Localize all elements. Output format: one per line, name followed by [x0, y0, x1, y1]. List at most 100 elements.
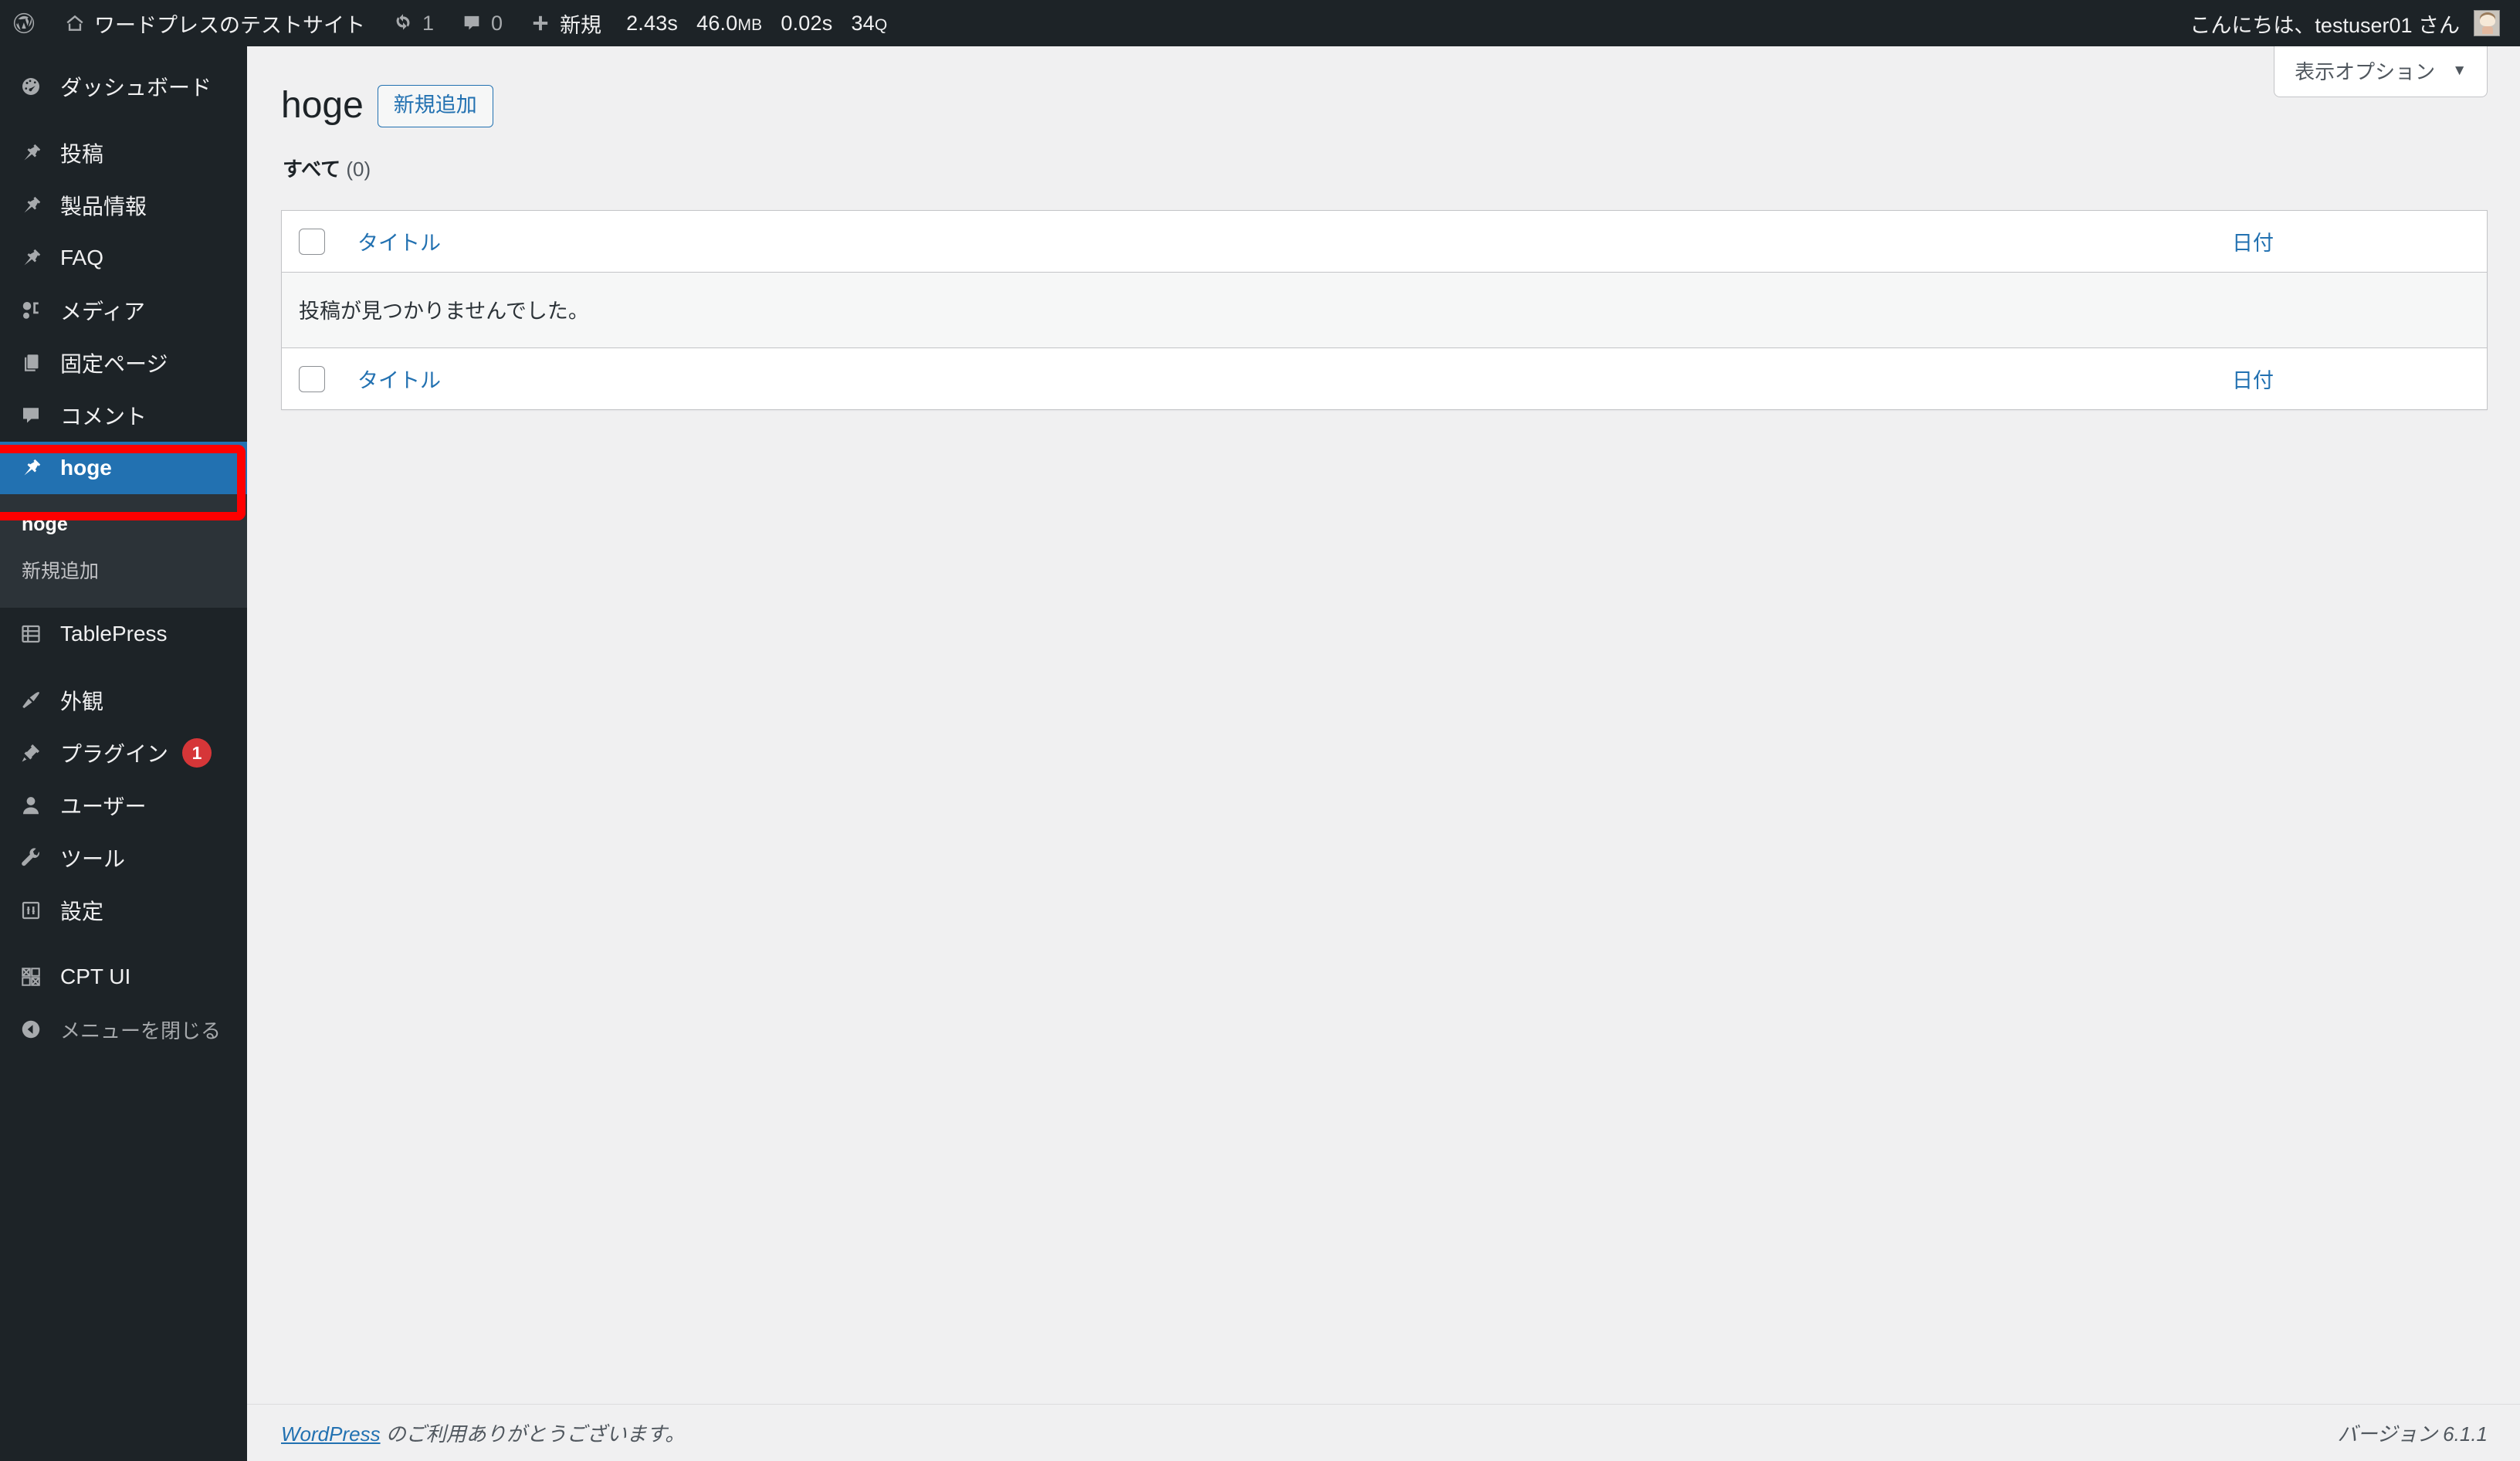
- show-options-toggle[interactable]: 表示オプション ▼: [2274, 46, 2488, 97]
- column-footer-date[interactable]: 日付: [2232, 347, 2487, 410]
- no-items-message: 投稿が見つかりませんでした。: [282, 273, 2487, 348]
- sidebar-item-posts[interactable]: 投稿: [0, 127, 247, 179]
- home-icon: [65, 13, 85, 33]
- select-all-header[interactable]: [282, 211, 347, 273]
- sidebar-item-plugins[interactable]: プラグイン 1: [0, 727, 247, 779]
- wrench-icon: [12, 846, 49, 869]
- table-body: 投稿が見つかりませんでした。: [282, 273, 2487, 348]
- comments-button[interactable]: 0: [448, 0, 517, 46]
- new-content-button[interactable]: 新規: [517, 0, 615, 46]
- sidebar-item-label: プラグイン: [60, 742, 169, 766]
- perf-memory: 46.0MB: [696, 11, 763, 35]
- sort-title-link[interactable]: タイトル: [357, 232, 441, 255]
- page-title-row: hoge 新規追加: [281, 69, 2488, 128]
- screen-meta-links: 表示オプション ▼: [2274, 46, 2488, 97]
- select-all-footer[interactable]: [282, 347, 347, 410]
- sidebar-submenu-hoge: hoge 新規追加: [0, 494, 247, 608]
- sidebar-item-label: FAQ: [60, 246, 104, 269]
- perf-load-time: 2.43s: [626, 11, 679, 35]
- column-footer-title[interactable]: タイトル: [347, 347, 2232, 410]
- sidebar-item-tablepress[interactable]: TablePress: [0, 608, 247, 660]
- filter-all-label: すべて: [283, 158, 341, 181]
- main-content: 表示オプション ▼ hoge 新規追加 すべて (0) タイトル 日付 投稿が見…: [247, 46, 2520, 1461]
- sidebar-item-label: hoge: [60, 456, 112, 480]
- table-row-empty: 投稿が見つかりませんでした。: [282, 273, 2487, 348]
- comment-bubble-icon: [12, 404, 49, 427]
- sidebar-item-faq[interactable]: FAQ: [0, 232, 247, 284]
- new-content-label: 新規: [560, 13, 602, 37]
- pin-icon: [12, 141, 49, 164]
- media-icon: [12, 299, 49, 322]
- sidebar-item-label: ユーザー: [60, 795, 147, 819]
- sidebar-item-label: 外観: [60, 690, 104, 714]
- sidebar-item-label: メディア: [60, 300, 146, 324]
- collapse-menu-button[interactable]: メニューを閉じる: [0, 1003, 247, 1056]
- comments-count: 0: [491, 11, 503, 35]
- plugins-update-badge: 1: [182, 738, 212, 768]
- plugin-plug-icon: [12, 741, 49, 764]
- sidebar-item-label: CPT UI: [60, 964, 131, 988]
- footer-thanks: WordPress のご利用ありがとうございます。: [281, 1419, 2337, 1447]
- table-foot: タイトル 日付: [282, 347, 2487, 410]
- sidebar-item-media[interactable]: メディア: [0, 284, 247, 337]
- sort-date-link[interactable]: 日付: [2232, 232, 2274, 255]
- avatar: [2474, 10, 2500, 36]
- sidebar-subitem-hoge-new[interactable]: 新規追加: [0, 546, 247, 594]
- sidebar-item-cpt-ui[interactable]: CPT UI: [0, 951, 247, 1003]
- filter-all-count: (0): [346, 158, 371, 181]
- appearance-brush-icon: [12, 689, 49, 712]
- wordpress-link[interactable]: WordPress: [281, 1422, 381, 1446]
- plus-icon: [530, 13, 550, 33]
- chevron-down-icon: ▼: [2452, 62, 2467, 79]
- update-arrows-icon: [393, 13, 413, 33]
- menu-separator-2: [0, 660, 247, 674]
- perf-query-count: 34Q: [851, 11, 888, 35]
- sidebar-item-label: TablePress: [60, 622, 168, 646]
- admin-menu: ダッシュボード 投稿 製品情報 FAQ メディア 固定ページ コメント hoge…: [0, 46, 247, 1461]
- select-all-checkbox-footer[interactable]: [299, 365, 325, 392]
- table-footer-row: タイトル 日付: [282, 347, 2487, 410]
- sort-title-link-footer[interactable]: タイトル: [357, 369, 441, 392]
- wordpress-logo-button[interactable]: [0, 0, 51, 46]
- sidebar-item-comments[interactable]: コメント: [0, 389, 247, 442]
- show-options-label: 表示オプション: [2295, 60, 2436, 83]
- sidebar-item-hoge[interactable]: hoge: [0, 442, 247, 494]
- add-new-button[interactable]: 新規追加: [377, 85, 493, 128]
- posts-list-table: タイトル 日付 投稿が見つかりませんでした。 タイトル 日付: [281, 210, 2488, 411]
- select-all-checkbox[interactable]: [299, 228, 325, 255]
- site-name-label: ワードプレスのテストサイト: [94, 13, 365, 37]
- updates-count: 1: [422, 11, 435, 35]
- sidebar-item-dashboard[interactable]: ダッシュボード: [0, 60, 247, 113]
- updates-button[interactable]: 1: [379, 0, 448, 46]
- page-title: hoge: [281, 85, 364, 127]
- sidebar-subitem-hoge-all[interactable]: hoge: [0, 503, 247, 546]
- collapse-arrow-icon: [12, 1018, 49, 1041]
- sidebar-item-users[interactable]: ユーザー: [0, 779, 247, 832]
- site-name-button[interactable]: ワードプレスのテストサイト: [51, 0, 379, 46]
- performance-metrics[interactable]: 2.43s 46.0MB 0.02s 34Q: [615, 12, 898, 36]
- pin-icon: [12, 194, 49, 217]
- menu-spacer-top: [0, 46, 247, 60]
- sort-date-link-footer[interactable]: 日付: [2232, 369, 2274, 392]
- collapse-menu-label: メニューを閉じる: [60, 1019, 222, 1042]
- sidebar-item-label: コメント: [60, 405, 147, 429]
- sidebar-item-pages[interactable]: 固定ページ: [0, 337, 247, 389]
- filter-all[interactable]: すべて (0): [283, 154, 2488, 182]
- sidebar-item-product-info[interactable]: 製品情報: [0, 179, 247, 232]
- wordpress-logo-icon: [12, 12, 36, 35]
- my-account-button[interactable]: こんにちは、testuser01 さん: [2190, 8, 2520, 39]
- pin-icon: [12, 456, 49, 480]
- settings-sliders-icon: [12, 899, 49, 922]
- dashboard-icon: [12, 75, 49, 98]
- cpt-ui-grid-icon: [12, 965, 49, 988]
- sidebar-item-settings[interactable]: 設定: [0, 884, 247, 937]
- sidebar-item-appearance[interactable]: 外観: [0, 674, 247, 727]
- column-header-title[interactable]: タイトル: [347, 211, 2232, 273]
- column-header-date[interactable]: 日付: [2232, 211, 2487, 273]
- post-status-filters: すべて (0): [283, 154, 2488, 182]
- sidebar-item-tools[interactable]: ツール: [0, 832, 247, 884]
- sidebar-item-label: 製品情報: [60, 195, 147, 219]
- sidebar-item-label: ツール: [60, 847, 126, 871]
- greeting-label: こんにちは、testuser01 さん: [2190, 13, 2460, 37]
- comment-bubble-icon: [462, 13, 482, 33]
